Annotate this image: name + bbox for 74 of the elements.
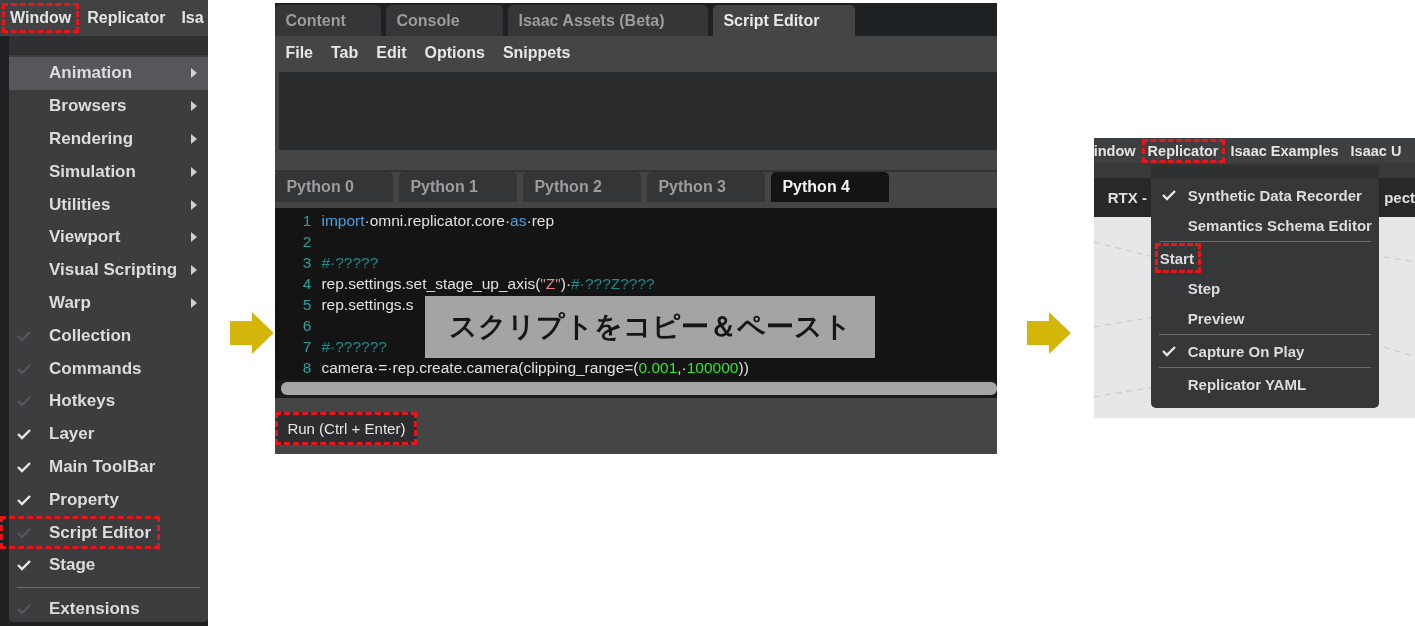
menu-item[interactable]: Warp: [9, 286, 208, 320]
menu-item[interactable]: Viewport: [9, 221, 208, 254]
menu-bar-item[interactable]: Replicator: [79, 3, 174, 33]
line-number: 1: [301, 211, 313, 230]
toolbar-label[interactable]: pect: [1384, 189, 1415, 206]
arrow-icon: [1026, 312, 1071, 354]
line-number: 7: [301, 337, 313, 356]
menu-bar-item[interactable]: indow: [1093, 138, 1142, 163]
editor-tab[interactable]: Python 0: [275, 172, 394, 202]
menu-item[interactable]: File: [285, 44, 313, 64]
menu-item[interactable]: Animation: [9, 57, 208, 90]
window-tab[interactable]: Isaac Assets (Beta): [508, 5, 709, 36]
arrow-icon: [229, 312, 274, 354]
menu-item[interactable]: Edit: [376, 44, 407, 64]
menu-item[interactable]: Preview: [1150, 303, 1379, 333]
menu-bar-item[interactable]: Isaac U: [1344, 138, 1408, 163]
code-line: #·??????: [321, 337, 387, 356]
menu-item[interactable]: Main ToolBar: [9, 450, 208, 484]
menu-item[interactable]: Simulation: [9, 155, 208, 189]
code-line: rep.settings.set_stage_up_axis("Z")·#·???Z????: [321, 274, 655, 293]
menu-item[interactable]: Capture On Play: [1150, 336, 1379, 366]
menu-item[interactable]: Stage: [9, 548, 208, 582]
code-line: camera·=·rep.create.camera(clipping_range=(0.001,·100000)): [321, 358, 749, 377]
menu-bar-item[interactable]: Window: [2, 3, 80, 33]
scrollbar-thumb[interactable]: [281, 382, 997, 395]
run-button[interactable]: Run (Ctrl + Enter): [275, 412, 418, 445]
caption-overlay: スクリプトをコピー＆ペースト: [425, 296, 876, 358]
code-line: rep.settings.s: [321, 295, 414, 314]
menu-item[interactable]: Visual Scripting: [9, 253, 208, 287]
submenu-arrow-icon: [191, 134, 197, 144]
editor-tab[interactable]: Python 2: [523, 172, 642, 202]
window-tab[interactable]: Script Editor: [713, 5, 856, 36]
window-tab[interactable]: Console: [386, 5, 504, 36]
menu-item[interactable]: Extensions: [9, 592, 208, 626]
line-number: 3: [301, 253, 313, 272]
menu-item[interactable]: Tab: [331, 44, 359, 64]
menu-item[interactable]: Options: [424, 44, 485, 64]
line-number: 6: [301, 316, 313, 335]
menu-item[interactable]: Semantics Schema Editor: [1150, 210, 1379, 240]
submenu-arrow-icon: [191, 265, 197, 276]
editor-tab[interactable]: Python 3: [647, 172, 766, 202]
toolbar-label[interactable]: RTX -: [1107, 189, 1147, 206]
menu-item[interactable]: Synthetic Data Recorder: [1150, 180, 1379, 210]
menu-item[interactable]: Commands: [9, 352, 208, 385]
menu-item[interactable]: Start: [1154, 243, 1201, 273]
submenu-arrow-icon: [191, 68, 197, 79]
menu-item[interactable]: Property: [9, 483, 208, 517]
menu-item[interactable]: Collection: [9, 319, 208, 353]
submenu-arrow-icon: [191, 297, 197, 308]
line-number: 8: [301, 358, 313, 377]
code-editor[interactable]: [275, 208, 997, 380]
submenu-arrow-icon: [191, 199, 197, 210]
menu-item[interactable]: Snippets: [502, 44, 571, 64]
editor-tab[interactable]: Python 1: [399, 172, 518, 202]
menu-item[interactable]: Rendering: [9, 122, 208, 156]
code-line: #·?????: [321, 253, 379, 272]
submenu-arrow-icon: [191, 166, 197, 177]
window-tab[interactable]: Content: [275, 5, 382, 36]
menu-item[interactable]: Script Editor: [0, 516, 160, 549]
line-number: 5: [301, 295, 313, 314]
submenu-arrow-icon: [191, 232, 197, 243]
menu-item[interactable]: Layer: [9, 417, 208, 451]
menu-item[interactable]: Step: [1150, 273, 1379, 303]
line-number: 4: [301, 274, 313, 293]
line-number: 2: [301, 232, 313, 251]
editor-tab[interactable]: Python 4: [771, 172, 890, 202]
code-line: import·omni.replicator.core·as·rep: [321, 211, 555, 230]
menu-item[interactable]: Utilities: [9, 188, 208, 221]
menu-bar-item[interactable]: Isaac Examples: [1224, 138, 1345, 163]
menu-item[interactable]: Hotkeys: [9, 384, 208, 418]
menu-item[interactable]: Browsers: [9, 89, 208, 123]
submenu-arrow-icon: [191, 101, 197, 112]
menu-bar-item[interactable]: Isa: [173, 3, 208, 33]
menu-item[interactable]: Replicator YAML: [1150, 369, 1379, 399]
